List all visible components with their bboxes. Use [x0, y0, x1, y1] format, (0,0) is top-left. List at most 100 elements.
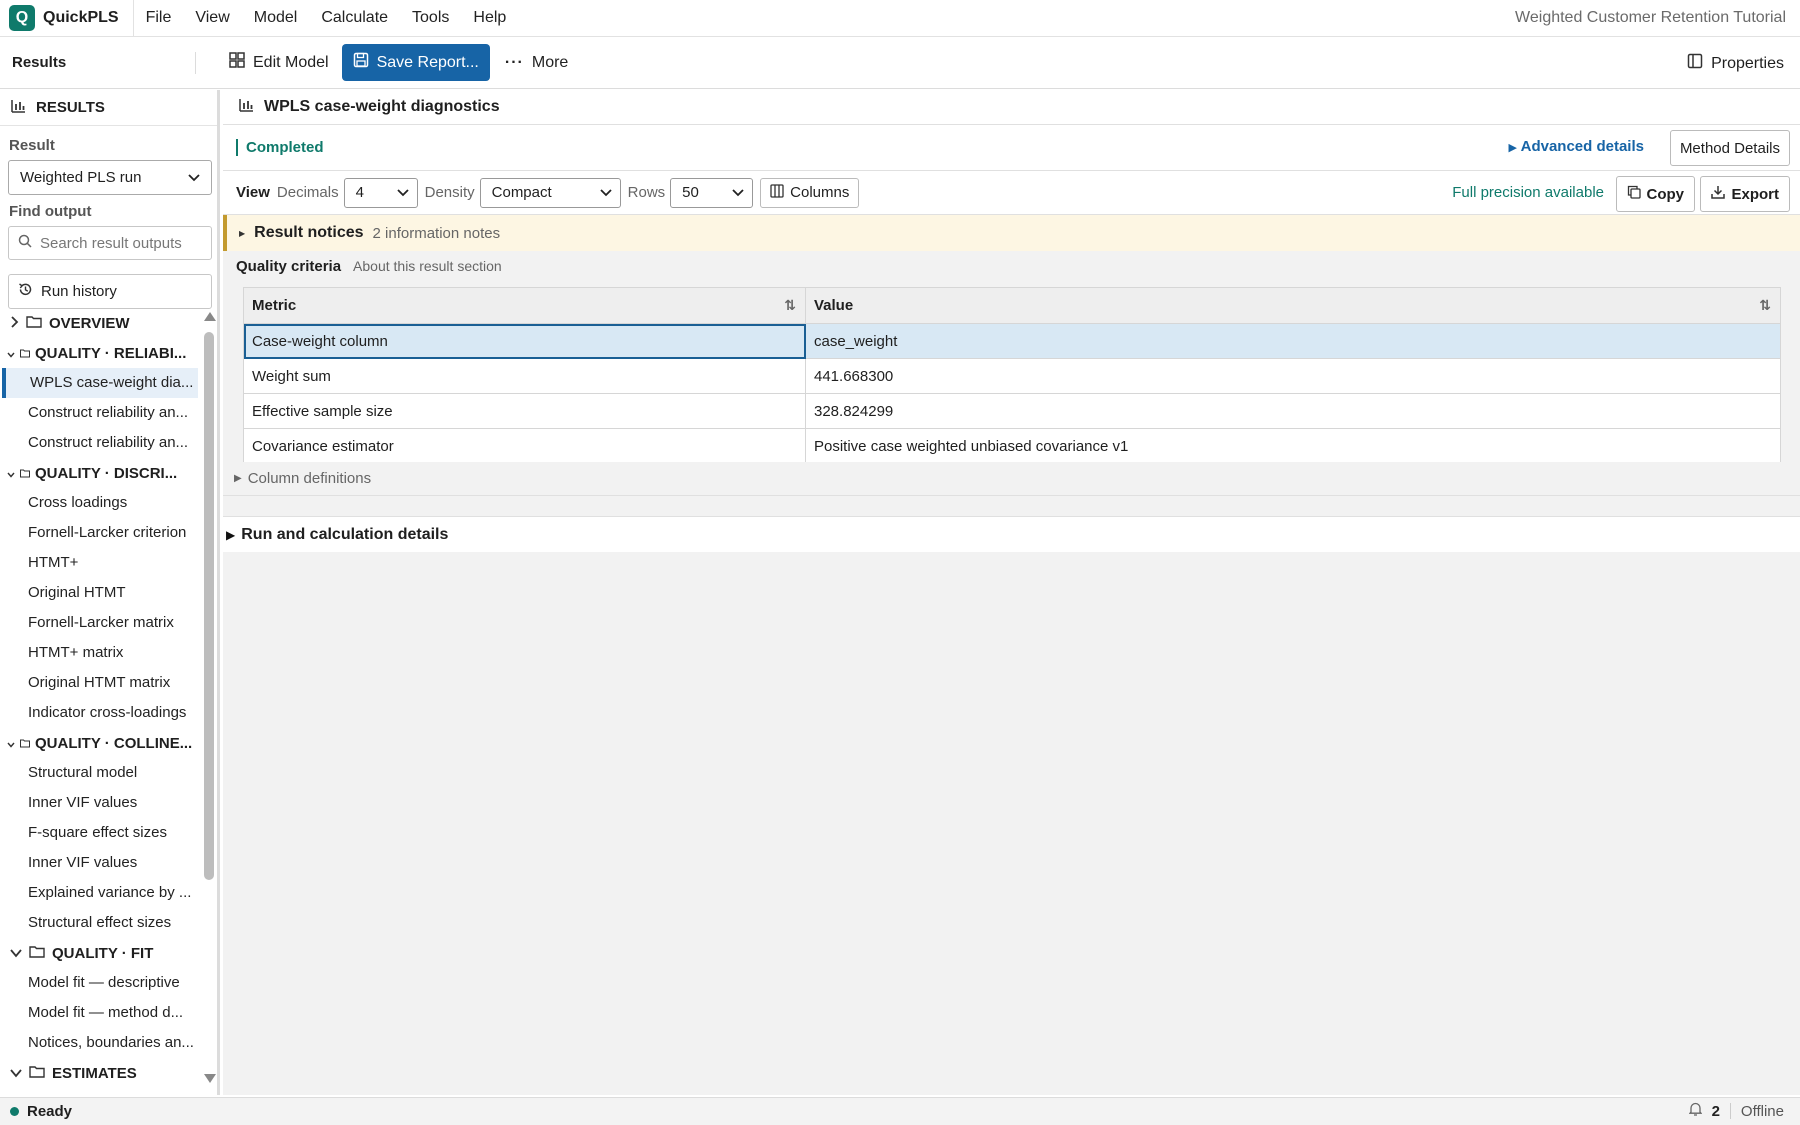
- scrollbar-thumb[interactable]: [204, 332, 214, 880]
- table-cell[interactable]: Effective sample size: [243, 393, 806, 429]
- chevron-down-icon: [7, 735, 15, 752]
- tree-group-label: QUALITY · RELIABI...: [35, 344, 187, 362]
- menu-tools[interactable]: Tools: [400, 9, 461, 27]
- tree-item-construct-reliability[interactable]: Construct reliability an...: [0, 398, 198, 428]
- advanced-details-toggle[interactable]: ▶ Advanced details: [1509, 138, 1644, 155]
- run-history-button[interactable]: Run history: [8, 274, 212, 309]
- tree-item-original-htmt[interactable]: Original HTMT: [0, 578, 198, 608]
- tree-item-structural-model[interactable]: Structural model: [0, 758, 198, 788]
- status-dot-icon: [10, 1107, 19, 1116]
- menu-calculate[interactable]: Calculate: [309, 9, 400, 27]
- density-select[interactable]: Compact: [479, 177, 621, 208]
- tree-group-quality-collinearity[interactable]: QUALITY · COLLINE...: [0, 728, 200, 758]
- menu-help[interactable]: Help: [461, 9, 518, 27]
- triangle-right-icon: ▶: [1508, 142, 1517, 154]
- column-header-value[interactable]: Value ⇅: [805, 287, 1781, 324]
- copy-label: Copy: [1646, 185, 1685, 203]
- table-cell[interactable]: Weight sum: [243, 358, 806, 394]
- result-select[interactable]: Weighted PLS run: [8, 160, 212, 195]
- table-row[interactable]: Case-weight column case_weight: [243, 323, 1781, 359]
- tree-item-model-fit-descriptive[interactable]: Model fit — descriptive: [0, 968, 198, 998]
- rows-select[interactable]: 50: [670, 177, 754, 208]
- tree-item-inner-vif[interactable]: Inner VIF values: [0, 788, 198, 818]
- tree-item-fornell-larcker-matrix[interactable]: Fornell-Larcker matrix: [0, 608, 198, 638]
- tree-item-model-fit-method[interactable]: Model fit — method d...: [0, 998, 198, 1028]
- menu-model[interactable]: Model: [242, 9, 310, 27]
- tree-item-htmt-plus[interactable]: HTMT+: [0, 548, 198, 578]
- scroll-up-icon[interactable]: [204, 312, 216, 321]
- scroll-down-icon[interactable]: [204, 1074, 216, 1083]
- run-details-label: Run and calculation details: [241, 525, 449, 543]
- chevron-down-icon: [7, 465, 15, 482]
- toolbar: Results Edit Model Save Report... ··· Mo…: [0, 37, 1800, 89]
- tree-group-label: OVERVIEW: [49, 314, 130, 332]
- menu-view[interactable]: View: [183, 9, 241, 27]
- export-button[interactable]: Export: [1700, 176, 1790, 212]
- page-title: WPLS case-weight diagnostics: [264, 98, 500, 115]
- save-icon: [353, 52, 369, 73]
- sidebar-scrollbar[interactable]: [202, 308, 216, 1085]
- table-cell[interactable]: 328.824299: [805, 393, 1781, 429]
- triangle-right-icon: ▶: [239, 228, 246, 238]
- column-header-metric[interactable]: Metric ⇅: [243, 287, 806, 324]
- sort-icon[interactable]: ⇅: [784, 297, 796, 314]
- tree-group-quality-reliability[interactable]: QUALITY · RELIABI...: [0, 338, 200, 368]
- tree-item-fornell-larcker[interactable]: Fornell-Larcker criterion: [0, 518, 198, 548]
- decimals-select[interactable]: 4: [343, 177, 418, 208]
- tree-group-quality-discriminant[interactable]: QUALITY · DISCRI...: [0, 458, 200, 488]
- tree-group-estimates[interactable]: ESTIMATES: [0, 1058, 200, 1085]
- table-cell[interactable]: case_weight: [805, 323, 1781, 359]
- tree-item-htmt-plus-matrix[interactable]: HTMT+ matrix: [0, 638, 198, 668]
- tree-group-overview[interactable]: OVERVIEW: [0, 308, 200, 338]
- notification-count[interactable]: 2: [1712, 1103, 1720, 1120]
- menu-file[interactable]: File: [134, 9, 184, 27]
- more-dots-icon: ···: [504, 53, 524, 71]
- tree-item-cross-loadings[interactable]: Cross loadings: [0, 488, 198, 518]
- sidebar-title: RESULTS: [36, 99, 105, 116]
- export-label: Export: [1731, 185, 1779, 203]
- sort-icon[interactable]: ⇅: [1759, 297, 1771, 314]
- columns-button[interactable]: Columns: [760, 177, 860, 208]
- precision-note: Full precision available: [1452, 184, 1604, 201]
- tree-item-original-htmt-matrix[interactable]: Original HTMT matrix: [0, 668, 198, 698]
- column-definitions-toggle[interactable]: ▶ Column definitions: [223, 462, 1800, 496]
- tree-item-inner-vif[interactable]: Inner VIF values: [0, 848, 198, 878]
- columns-label: Columns: [790, 184, 850, 201]
- chevron-down-icon: [600, 184, 612, 201]
- table-row[interactable]: Covariance estimator Positive case weigh…: [243, 428, 1781, 464]
- section-about-link[interactable]: About this result section: [353, 258, 502, 274]
- search-placeholder: Search result outputs: [40, 234, 182, 252]
- column-definitions-label: Column definitions: [247, 470, 372, 487]
- rows-label: Rows: [627, 184, 666, 201]
- tree-item-explained-variance[interactable]: Explained variance by ...: [0, 878, 198, 908]
- tree-item-wpls-case-weight[interactable]: WPLS case-weight dia...: [2, 368, 198, 398]
- tree-item-f-square[interactable]: F-square effect sizes: [0, 818, 198, 848]
- method-details-button[interactable]: Method Details: [1669, 130, 1790, 166]
- run-details-toggle[interactable]: ▶ Run and calculation details: [223, 516, 1800, 552]
- tree-item-construct-reliability[interactable]: Construct reliability an...: [0, 428, 198, 458]
- tree-item-notices-boundaries[interactable]: Notices, boundaries an...: [0, 1028, 198, 1058]
- result-notices[interactable]: ▶ Result notices 2 information notes: [223, 215, 1800, 251]
- tree-group-quality-fit[interactable]: QUALITY · FIT: [0, 938, 200, 968]
- edit-model-button[interactable]: Edit Model: [218, 44, 340, 81]
- more-button[interactable]: ··· More: [494, 44, 579, 81]
- table-cell[interactable]: Case-weight column: [243, 323, 806, 359]
- table-row[interactable]: Effective sample size 328.824299: [243, 393, 1781, 429]
- rows-value: 50: [682, 184, 699, 201]
- bell-icon[interactable]: [1688, 1102, 1702, 1120]
- save-report-button[interactable]: Save Report...: [341, 44, 490, 81]
- grid-icon: [229, 52, 245, 73]
- status-bar: Ready 2 Offline: [0, 1097, 1800, 1125]
- density-value: Compact: [491, 184, 552, 201]
- properties-button[interactable]: Properties: [1687, 45, 1784, 82]
- tree-item-structural-effect-sizes[interactable]: Structural effect sizes: [0, 908, 198, 938]
- column-header-label: Metric: [252, 297, 297, 314]
- tree-item-indicator-cross-loadings[interactable]: Indicator cross-loadings: [0, 698, 198, 728]
- table-cell[interactable]: Covariance estimator: [243, 428, 806, 464]
- table-cell[interactable]: Positive case weighted unbiased covarian…: [805, 428, 1781, 464]
- table-row[interactable]: Weight sum 441.668300: [243, 358, 1781, 394]
- table-cell[interactable]: 441.668300: [805, 358, 1781, 394]
- search-output-input[interactable]: Search result outputs: [8, 226, 212, 260]
- tree-group-label: ESTIMATES: [52, 1064, 137, 1082]
- copy-button[interactable]: Copy: [1615, 176, 1695, 212]
